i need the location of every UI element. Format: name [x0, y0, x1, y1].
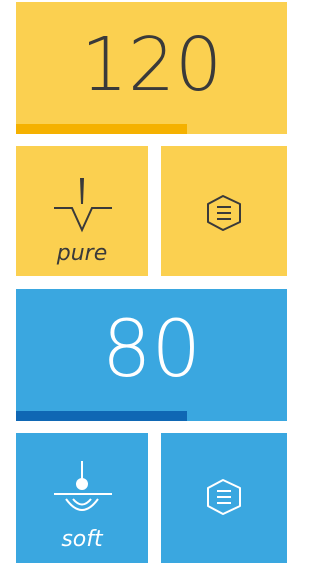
coag-power-value: 80 [101, 305, 202, 395]
cut-mode-label: pure [56, 241, 108, 266]
coag-power-tile[interactable]: 80 [16, 289, 287, 421]
cut-menu-button[interactable] [161, 146, 287, 276]
coag-power-level-fill [16, 411, 187, 421]
coag-mode-label: soft [61, 527, 103, 552]
menu-list-icon [207, 195, 241, 231]
coag-power-level-bar [16, 411, 287, 421]
coag-mode-button[interactable]: soft [16, 433, 148, 563]
cut-mode-button[interactable]: pure [16, 146, 148, 276]
coag-menu-button[interactable] [161, 433, 287, 563]
cut-power-level-bar [16, 124, 287, 134]
cut-power-level-fill [16, 124, 187, 134]
soft-coagulation-icon [54, 461, 112, 511]
menu-list-icon [207, 479, 241, 515]
pure-waveform-icon [54, 178, 112, 233]
cut-power-value: 120 [80, 22, 223, 108]
cut-power-tile[interactable]: 120 [16, 2, 287, 134]
